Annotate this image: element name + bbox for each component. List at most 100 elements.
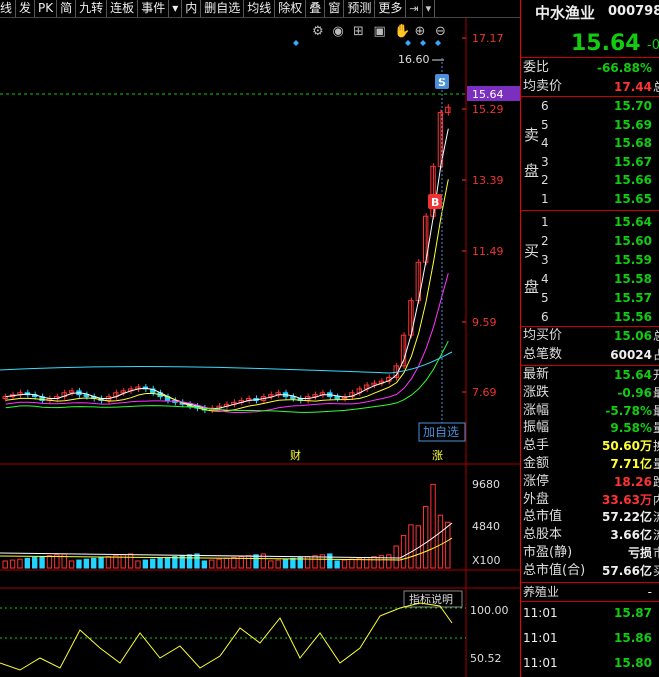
toolbar-button-14[interactable]: 预测 bbox=[344, 0, 376, 17]
volume-bar[interactable] bbox=[201, 560, 208, 569]
toolbar-button-0[interactable]: 线 bbox=[0, 0, 17, 17]
volume-bar[interactable] bbox=[282, 558, 289, 569]
buy-order-price[interactable]: 15.57 bbox=[614, 289, 652, 307]
volume-bar[interactable] bbox=[334, 560, 340, 569]
toolbar-button-1[interactable]: 发 bbox=[16, 0, 36, 17]
sell-order-price[interactable]: 15.69 bbox=[614, 116, 652, 134]
volume-bar[interactable] bbox=[17, 558, 23, 569]
candle-body[interactable] bbox=[83, 394, 90, 398]
volume-bar[interactable] bbox=[105, 556, 112, 569]
volume-bar[interactable] bbox=[400, 534, 407, 569]
basket-icon[interactable]: ⊞ bbox=[353, 24, 364, 39]
volume-bar[interactable] bbox=[245, 555, 252, 569]
toolbar-button-8[interactable]: 内 bbox=[182, 0, 202, 17]
event-label-rise[interactable]: 涨 bbox=[432, 449, 443, 462]
volume-bar[interactable] bbox=[164, 556, 171, 569]
toolbar-button-6[interactable]: 事件 bbox=[138, 0, 170, 17]
event-diamond-icon[interactable] bbox=[405, 40, 411, 46]
volume-bar[interactable] bbox=[408, 524, 414, 569]
toolbar-button-11[interactable]: 除权 bbox=[275, 0, 307, 17]
volume-bar[interactable] bbox=[2, 560, 8, 569]
candle-body[interactable] bbox=[371, 382, 377, 386]
sell-order-price[interactable]: 15.67 bbox=[614, 153, 652, 171]
volume-bar[interactable] bbox=[253, 554, 259, 569]
volume-bar[interactable] bbox=[371, 556, 377, 569]
toolbar-button-5[interactable]: 连板 bbox=[107, 0, 139, 17]
toolbar-button-3[interactable]: 简 bbox=[57, 0, 77, 17]
volume-bar[interactable] bbox=[327, 553, 333, 569]
dropdown-icon[interactable]: ▾ bbox=[423, 0, 436, 17]
volume-bar[interactable] bbox=[9, 559, 16, 569]
volume-bar[interactable] bbox=[194, 553, 200, 569]
export-icon[interactable]: ⇥ bbox=[406, 0, 423, 17]
volume-bar[interactable] bbox=[445, 521, 451, 569]
volume-bar[interactable] bbox=[32, 556, 38, 569]
volume-bar[interactable] bbox=[46, 555, 53, 569]
sell-order-price[interactable]: 15.66 bbox=[614, 171, 652, 189]
volume-bar[interactable] bbox=[393, 545, 399, 569]
volume-bar[interactable] bbox=[422, 505, 429, 569]
candle-body[interactable] bbox=[334, 396, 340, 400]
toolbar-button-4[interactable]: 九转 bbox=[76, 0, 108, 17]
volume-bar[interactable] bbox=[157, 557, 163, 569]
candle-body[interactable] bbox=[268, 394, 274, 398]
event-diamond-icon[interactable] bbox=[293, 40, 299, 46]
candle-body[interactable] bbox=[290, 396, 296, 400]
volume-bar[interactable] bbox=[186, 554, 193, 569]
gear-icon[interactable]: ⚙ bbox=[312, 24, 324, 39]
volume-bar[interactable] bbox=[98, 556, 104, 569]
zoom-in-icon[interactable]: ⊕ bbox=[415, 24, 426, 39]
camera-icon[interactable]: ▣ bbox=[374, 24, 386, 39]
volume-bar[interactable] bbox=[216, 558, 222, 569]
zoom-out-icon[interactable]: ⊖ bbox=[435, 24, 446, 39]
volume-bar[interactable] bbox=[39, 556, 45, 569]
volume-bar[interactable] bbox=[76, 559, 82, 569]
volume-bar[interactable] bbox=[386, 554, 392, 569]
toolbar-button-15[interactable]: 更多 bbox=[375, 0, 407, 17]
toolbar-button-10[interactable]: 均线 bbox=[244, 0, 276, 17]
volume-bar[interactable] bbox=[223, 557, 230, 569]
toolbar-button-9[interactable]: 删自选 bbox=[201, 0, 245, 17]
volume-bar[interactable] bbox=[209, 559, 215, 569]
event-diamond-icon[interactable] bbox=[420, 40, 426, 46]
volume-bar[interactable] bbox=[135, 560, 141, 569]
volume-bar[interactable] bbox=[437, 514, 444, 569]
volume-bar[interactable] bbox=[341, 559, 348, 569]
volume-bar[interactable] bbox=[91, 557, 97, 569]
volume-bar[interactable] bbox=[312, 555, 318, 569]
kline-chart[interactable]: 17.1715.2913.3911.499.597.6915.6416.60SB… bbox=[0, 18, 520, 677]
volume-bar[interactable] bbox=[363, 556, 370, 569]
toolbar-button-7[interactable]: ▾ bbox=[169, 0, 183, 17]
volume-bar[interactable] bbox=[142, 559, 149, 569]
volume-bar[interactable] bbox=[231, 556, 237, 569]
buy-order-price[interactable]: 15.59 bbox=[614, 251, 652, 269]
sell-order-price[interactable]: 15.68 bbox=[614, 134, 652, 152]
volume-bar[interactable] bbox=[61, 553, 67, 569]
sell-order-price[interactable]: 15.70 bbox=[614, 97, 652, 115]
volume-bar[interactable] bbox=[275, 559, 281, 569]
toolbar-button-12[interactable]: 叠 bbox=[306, 0, 326, 17]
buy-order-price[interactable]: 15.56 bbox=[614, 308, 652, 326]
volume-bar[interactable] bbox=[304, 556, 311, 569]
volume-bar[interactable] bbox=[83, 558, 90, 569]
sell-order-price[interactable]: 15.65 bbox=[614, 190, 652, 208]
volume-bar[interactable] bbox=[290, 557, 296, 569]
buy-order-price[interactable]: 15.64 bbox=[614, 213, 652, 231]
volume-bar[interactable] bbox=[150, 558, 156, 569]
volume-bar[interactable] bbox=[268, 560, 274, 569]
buy-order-price[interactable]: 15.58 bbox=[614, 270, 652, 288]
buy-order-price[interactable]: 15.60 bbox=[614, 232, 652, 250]
event-diamond-icon[interactable] bbox=[435, 40, 441, 46]
eye-icon[interactable]: ◉ bbox=[333, 24, 344, 39]
toolbar-button-2[interactable]: PK bbox=[35, 0, 58, 17]
volume-bar[interactable] bbox=[430, 483, 436, 569]
volume-bar[interactable] bbox=[349, 558, 355, 569]
volume-bar[interactable] bbox=[24, 557, 31, 569]
volume-bar[interactable] bbox=[127, 553, 134, 569]
industry-row[interactable]: 养殖业 - bbox=[521, 583, 659, 601]
volume-bar[interactable] bbox=[68, 560, 75, 569]
toolbar-button-13[interactable]: 窗 bbox=[325, 0, 345, 17]
hand-icon[interactable]: ✋ bbox=[394, 23, 410, 39]
volume-bar[interactable] bbox=[172, 556, 178, 569]
event-label-finance[interactable]: 财 bbox=[290, 448, 301, 462]
